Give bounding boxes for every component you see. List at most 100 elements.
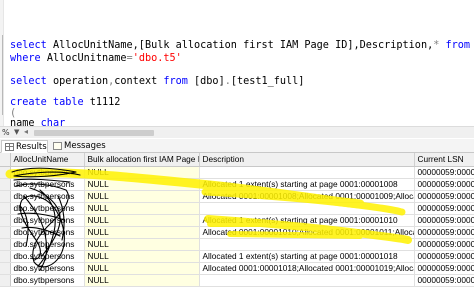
row-header-corner[interactable]	[0, 153, 11, 167]
code-token: create	[10, 97, 53, 108]
code-token: from	[163, 76, 195, 87]
cell-bulk-allocation[interactable]: NULL	[84, 214, 200, 227]
code-line[interactable]: create table t1112	[10, 97, 120, 109]
row-header[interactable]	[0, 238, 11, 251]
table-row[interactable]: dbo.sytbpersonsNULL 00000059:000003	[0, 238, 474, 251]
header-row: AllocUnitName Bulk allocation first IAM …	[0, 153, 474, 167]
cell-allocunitname[interactable]: dbo.sytbpersons	[10, 178, 85, 191]
cell-description[interactable]	[199, 238, 415, 251]
row-header[interactable]	[0, 190, 11, 203]
cell-description[interactable]: Allocated 1 extent(s) starting at page 0…	[199, 178, 415, 191]
table-row[interactable]: dbo.sytbpersons NULL Allocated 0001:000010…	[0, 262, 474, 275]
table-row[interactable]: dbo.sytbpersons NULL Allocated 1 extent(s)…	[0, 178, 474, 191]
cell-current-lsn[interactable]: 00000059:000003	[414, 238, 474, 251]
zoom-dropdown-icon[interactable]: ▼	[14, 128, 19, 136]
cell-bulk-allocation[interactable]: NULL	[84, 274, 200, 287]
table-row[interactable]: dbo.sytbpersonsNULL 00000059:000003	[0, 274, 474, 287]
code-line[interactable]: select operation,context from [dbo].[tes…	[10, 76, 304, 88]
code-token: 'dbo.t5'	[132, 53, 182, 64]
zoom-strip: % ▼ ◂	[0, 126, 474, 138]
row-header[interactable]	[0, 202, 11, 215]
tab-messages-label: Messages	[64, 141, 106, 151]
cell-bulk-allocation[interactable]: NULL	[84, 238, 200, 251]
code-token: select	[10, 40, 53, 51]
cell-description[interactable]: Allocated 0001:00001010;Allocated 0001:0…	[199, 226, 415, 239]
cell-description[interactable]	[199, 202, 415, 215]
table-row[interactable]: dbo.sytbpersons NULL Allocated 0001:000010…	[0, 226, 474, 239]
cell-description[interactable]: Allocated 1 extent(s) starting at page 0…	[199, 250, 415, 263]
cell-bulk-allocation[interactable]: NULL	[84, 262, 200, 275]
code-token: t1112	[89, 97, 121, 108]
table-row[interactable]: dbo.sytbpersons NULL Allocated 1 extent(s)…	[0, 250, 474, 263]
code-token: select	[10, 76, 53, 87]
cell-description[interactable]	[199, 166, 415, 179]
cell-current-lsn[interactable]: 00000059:000003	[414, 250, 474, 263]
column-header-description[interactable]: Description	[199, 153, 415, 167]
cell-description[interactable]	[199, 274, 415, 287]
cell-bulk-allocation[interactable]: NULL	[84, 226, 200, 239]
code-token: context	[114, 76, 164, 87]
cell-current-lsn[interactable]: 00000059:000003	[414, 190, 474, 203]
zoom-level[interactable]: %	[2, 128, 10, 137]
cell-current-lsn[interactable]: 00000059:000003	[414, 178, 474, 191]
results-table: AllocUnitName Bulk allocation first IAM …	[0, 153, 474, 287]
cell-bulk-allocation[interactable]: NULL	[84, 166, 200, 179]
tab-messages[interactable]: Messages	[50, 140, 106, 153]
row-header[interactable]	[0, 226, 11, 239]
table-row[interactable]: dbo.sytbpersonsNULL 00000059:000003	[0, 166, 474, 179]
results-grid[interactable]: AllocUnitName Bulk allocation first IAM …	[0, 153, 474, 296]
cell-current-lsn[interactable]: 00000059:000003	[414, 274, 474, 287]
row-header[interactable]	[0, 178, 11, 191]
code-token: operation	[52, 76, 109, 87]
tab-results[interactable]: Results	[1, 140, 48, 153]
code-line[interactable]: select AllocUnitName,[Bulk allocation fi…	[10, 40, 474, 52]
cell-allocunitname[interactable]: dbo.sytbpersons	[10, 274, 85, 287]
cell-allocunitname[interactable]: dbo.sytbpersons	[10, 166, 85, 179]
scroll-left-icon[interactable]: ◂	[24, 127, 28, 136]
cell-description[interactable]: Allocated 0001:00001008;Allocated 0001:0…	[199, 190, 415, 203]
code-token: *	[433, 40, 446, 51]
table-row[interactable]: dbo.sytbpersons NULL Allocated 0001:000010…	[0, 190, 474, 203]
table-row[interactable]: dbo.sytbpersons NULL Allocated 1 extent(s)…	[0, 214, 474, 227]
cell-current-lsn[interactable]: 00000059:000003	[414, 214, 474, 227]
sql-editor[interactable]: select AllocUnitName,[Bulk allocation fi…	[0, 0, 474, 130]
row-header[interactable]	[0, 274, 11, 287]
code-token: AllocUnitName,[Bulk allocation first IAM…	[52, 40, 434, 51]
grid-body: dbo.sytbpersonsNULL00000059:000003dbo.sy…	[0, 166, 474, 287]
cell-bulk-allocation[interactable]: NULL	[84, 190, 200, 203]
results-tab-strip: Results Messages	[0, 139, 474, 153]
code-token: table	[52, 97, 90, 108]
cell-allocunitname[interactable]: dbo.sytbpersons	[10, 214, 85, 227]
cell-current-lsn[interactable]: 00000059:000003	[414, 226, 474, 239]
code-line[interactable]: where AllocUnitname='dbo.t5'	[10, 53, 182, 65]
code-token: [test1_full]	[230, 76, 305, 87]
cell-current-lsn[interactable]: 00000059:000003	[414, 166, 474, 179]
code-token: from	[445, 40, 474, 51]
row-header[interactable]	[0, 214, 11, 227]
cell-bulk-allocation[interactable]: NULL	[84, 250, 200, 263]
cell-bulk-allocation[interactable]: NULL	[84, 178, 200, 191]
column-header-bulk-allocation[interactable]: Bulk allocation first IAM Page ID	[84, 153, 200, 167]
cell-allocunitname[interactable]: dbo.sytbpersons	[10, 190, 85, 203]
cell-allocunitname[interactable]: dbo.sytbpersons	[10, 250, 85, 263]
cell-current-lsn[interactable]: 00000059:000003	[414, 202, 474, 215]
cell-description[interactable]: Allocated 1 extent(s) starting at page 0…	[199, 214, 415, 227]
row-header[interactable]	[0, 166, 11, 179]
table-row[interactable]: dbo.sytbpersonsNULL 00000059:000003	[0, 202, 474, 215]
grid-icon	[5, 143, 14, 151]
cell-allocunitname[interactable]: dbo.sytbpersons	[10, 262, 85, 275]
cell-allocunitname[interactable]: dbo.sytbpersons	[10, 238, 85, 251]
outline-collapse-bar	[2, 35, 3, 115]
tab-results-label: Results	[16, 142, 47, 152]
column-header-current-lsn[interactable]: Current LSN	[414, 153, 474, 167]
messages-icon	[53, 142, 62, 150]
row-header[interactable]	[0, 250, 11, 263]
cell-description[interactable]: Allocated 0001:00001018;Allocated 0001:0…	[199, 262, 415, 275]
cell-allocunitname[interactable]: dbo.sytbpersons	[10, 226, 85, 239]
cell-allocunitname[interactable]: dbo.sytbpersons	[10, 202, 85, 215]
column-header-allocunitname[interactable]: AllocUnitName	[10, 153, 85, 167]
cell-bulk-allocation[interactable]: NULL	[84, 202, 200, 215]
row-header[interactable]	[0, 262, 11, 275]
horizontal-scrollbar[interactable]	[34, 130, 154, 136]
cell-current-lsn[interactable]: 00000059:000003	[414, 262, 474, 275]
